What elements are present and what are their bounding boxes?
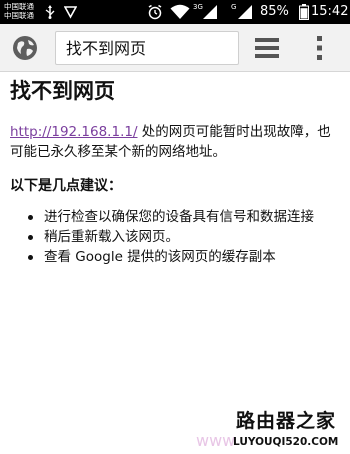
browser-toolbar: 找不到网页 (0, 24, 350, 72)
network-type-2-label: G (231, 3, 237, 11)
battery-percent: 85% (260, 4, 289, 19)
tab-switcher-icon[interactable] (255, 38, 279, 58)
omnibox-page-title: 找不到网页 (66, 39, 147, 58)
suggestion-check-connection: 进行检查以确保您的设备具有信号和数据连接 (44, 209, 314, 225)
overflow-menu-icon[interactable] (316, 36, 324, 60)
suggestions-list: 进行检查以确保您的设备具有信号和数据连接 稍后重新载入该网页。 查看 Googl… (28, 208, 346, 268)
carrier-labels: 中国联通 中国联通 (4, 2, 34, 20)
clock: 15:42 (311, 4, 349, 19)
list-item: 查看 Google 提供的该网页的缓存副本 (28, 248, 346, 266)
suggestions-heading: 以下是几点建议： (10, 178, 122, 194)
suggestion-cached-copy: 查看 Google 提供的该网页的缓存副本 (44, 249, 276, 265)
page-content: 找不到网页 http://192.168.1.1/ 处的网页可能暂时出现故障，也… (0, 72, 350, 454)
alarm-icon (148, 4, 162, 20)
page-title: 找不到网页 (10, 79, 115, 103)
list-item: 进行检查以确保您的设备具有信号和数据连接 (28, 208, 346, 226)
error-message: http://192.168.1.1/ 处的网页可能暂时出现故障，也可能已永久移… (10, 122, 340, 162)
signal-icon (203, 5, 217, 19)
status-bar: 中国联通 中国联通 3G G 85% 15:42 (0, 0, 350, 24)
battery-icon (299, 4, 309, 20)
watermark-title: 路由器之家 (236, 410, 337, 432)
bullet-icon (28, 255, 33, 260)
omnibox[interactable]: 找不到网页 (55, 31, 239, 65)
bullet-icon (28, 235, 33, 240)
wifi-icon (170, 4, 190, 19)
download-icon (64, 6, 77, 19)
signal-2-icon (238, 5, 252, 19)
carrier-1-label: 中国联通 (4, 2, 34, 11)
watermark-faint-text: www (196, 431, 236, 450)
url-link[interactable]: http://192.168.1.1/ (10, 124, 138, 140)
usb-icon (45, 5, 55, 19)
carrier-2-label: 中国联通 (4, 11, 34, 20)
bullet-icon (28, 215, 33, 220)
globe-icon[interactable] (12, 35, 38, 61)
watermark-url: LUYOUQI520.COM (233, 436, 339, 448)
list-item: 稍后重新载入该网页。 (28, 228, 346, 246)
suggestion-reload: 稍后重新载入该网页。 (44, 229, 179, 245)
network-type-1-label: 3G (193, 3, 203, 11)
